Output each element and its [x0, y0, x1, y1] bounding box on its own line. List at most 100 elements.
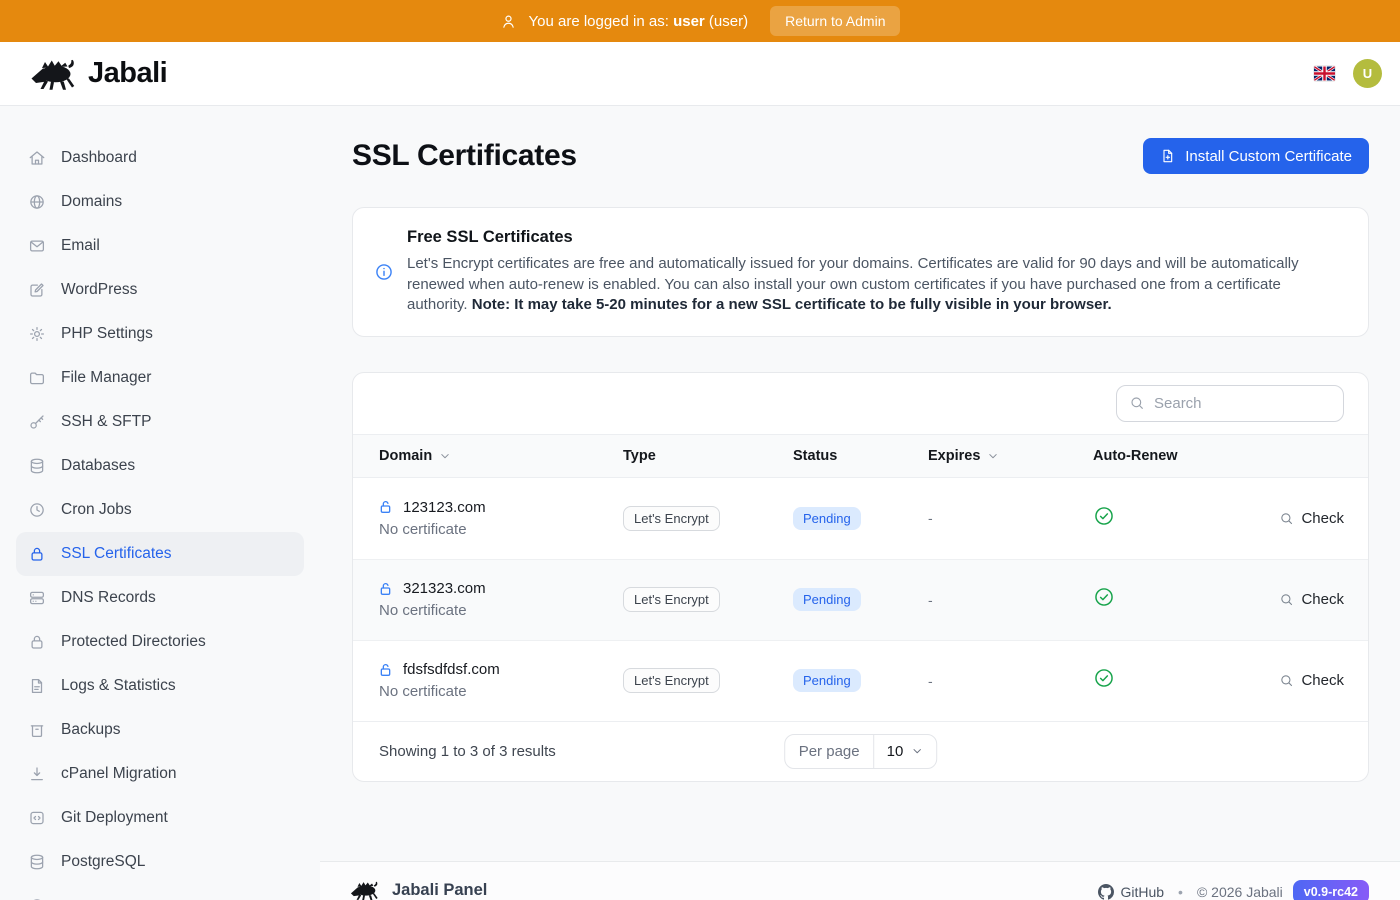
file-plus-icon	[1160, 148, 1176, 164]
user-avatar[interactable]: U	[1353, 59, 1382, 88]
gear-icon	[28, 325, 46, 343]
sidebar-item-dns-records[interactable]: DNS Records	[16, 576, 304, 620]
search-icon	[1279, 673, 1294, 688]
results-summary: Showing 1 to 3 of 3 results	[379, 743, 556, 760]
check-button[interactable]: Check	[1223, 591, 1344, 608]
sidebar-item-label: Databases	[61, 457, 135, 475]
sidebar-item-label: Email	[61, 237, 100, 255]
column-header-type: Type	[623, 448, 793, 464]
auto-renew-enabled[interactable]	[1093, 667, 1223, 694]
sidebar-item-wordpress[interactable]: WordPress	[16, 268, 304, 312]
sidebar-item-label: SSL Certificates	[61, 545, 172, 563]
auto-renew-enabled[interactable]	[1093, 586, 1223, 613]
sidebar-item-partial[interactable]	[16, 884, 304, 900]
check-button[interactable]: Check	[1223, 510, 1344, 527]
column-header-domain[interactable]: Domain	[379, 448, 623, 464]
sidebar-item-domains[interactable]: Domains	[16, 180, 304, 224]
brand-logo[interactable]: Jabali	[30, 57, 167, 91]
sidebar-nav: Dashboard Domains Email WordPress PHP Settin…	[0, 106, 320, 900]
column-label: Auto-Renew	[1093, 448, 1178, 464]
boar-logo-icon	[350, 880, 380, 900]
main-content: SSL Certificates Install Custom Certific…	[320, 106, 1400, 900]
code-box-icon	[28, 809, 46, 827]
database-icon	[28, 853, 46, 871]
sidebar-item-label: Protected Directories	[61, 633, 206, 651]
key-icon	[28, 413, 46, 431]
sidebar-item-label: Backups	[61, 721, 120, 739]
type-badge: Let's Encrypt	[623, 506, 720, 531]
sidebar-item-git-deployment[interactable]: Git Deployment	[16, 796, 304, 840]
check-button[interactable]: Check	[1223, 672, 1344, 689]
person-icon	[500, 13, 517, 30]
search-input[interactable]	[1154, 395, 1353, 412]
sidebar-item-backups[interactable]: Backups	[16, 708, 304, 752]
sidebar-item-ssh-sftp[interactable]: SSH & SFTP	[16, 400, 304, 444]
banner-username: user	[673, 13, 705, 30]
sidebar-item-email[interactable]: Email	[16, 224, 304, 268]
page-title: SSL Certificates	[352, 138, 577, 174]
cell-expires: -	[928, 673, 1093, 689]
sidebar-item-logs-statistics[interactable]: Logs & Statistics	[16, 664, 304, 708]
lock-icon	[28, 545, 46, 563]
info-card-title: Free SSL Certificates	[407, 228, 1344, 247]
certificate-status-text: No certificate	[379, 521, 623, 538]
language-flag-icon[interactable]	[1314, 66, 1335, 81]
home-icon	[28, 149, 46, 167]
archive-box-icon	[28, 721, 46, 739]
download-icon	[28, 765, 46, 783]
check-circle-icon	[1093, 586, 1115, 608]
sidebar-item-label: WordPress	[61, 281, 137, 299]
cell-domain: 123123.comNo certificate	[379, 499, 623, 538]
column-label: Domain	[379, 448, 432, 464]
banner-role: (user)	[709, 13, 748, 30]
install-custom-certificate-button[interactable]: Install Custom Certificate	[1143, 138, 1369, 174]
sidebar-item-postgresql[interactable]: PostgreSQL	[16, 840, 304, 884]
column-header-status: Status	[793, 448, 928, 464]
page-footer: Jabali Panel GitHub • © 2026 Jabali v0.9…	[320, 861, 1400, 900]
sidebar-item-file-manager[interactable]: File Manager	[16, 356, 304, 400]
table-footer: Showing 1 to 3 of 3 results Per page 10	[353, 721, 1368, 781]
sidebar-item-label: SSH & SFTP	[61, 413, 151, 431]
certificate-status-text: No certificate	[379, 683, 623, 700]
cell-domain: fdsfsdfdsf.comNo certificate	[379, 661, 623, 700]
sidebar-item-label: Cron Jobs	[61, 501, 132, 519]
document-icon	[28, 677, 46, 695]
edit-icon	[28, 281, 46, 299]
per-page-label: Per page	[785, 735, 875, 768]
column-label: Type	[623, 448, 656, 464]
return-to-admin-button[interactable]: Return to Admin	[770, 6, 900, 36]
sidebar-item-label: Dashboard	[61, 149, 137, 167]
check-label: Check	[1301, 591, 1344, 608]
unlock-icon	[379, 499, 395, 515]
search-icon	[1279, 592, 1294, 607]
unlock-icon	[379, 581, 395, 597]
domain-name: 321323.com	[403, 580, 486, 597]
banner-message: You are logged in as: user (user)	[529, 13, 749, 30]
sidebar-item-databases[interactable]: Databases	[16, 444, 304, 488]
lock-icon	[28, 633, 46, 651]
status-badge: Pending	[793, 669, 861, 692]
impersonation-banner: You are logged in as: user (user) Return…	[0, 0, 1400, 42]
version-badge: v0.9-rc42	[1293, 880, 1369, 900]
info-icon	[374, 262, 394, 282]
sidebar-item-label: PHP Settings	[61, 325, 153, 343]
sidebar-item-label: DNS Records	[61, 589, 156, 607]
column-label: Expires	[928, 448, 980, 464]
github-link[interactable]: GitHub	[1098, 884, 1164, 900]
sidebar-item-cron-jobs[interactable]: Cron Jobs	[16, 488, 304, 532]
sidebar-item-ssl-certificates[interactable]: SSL Certificates	[16, 532, 304, 576]
sidebar-item-cpanel-migration[interactable]: cPanel Migration	[16, 752, 304, 796]
table-row-123123-com: 123123.comNo certificateLet's EncryptPen…	[353, 478, 1368, 559]
clock-icon	[28, 501, 46, 519]
column-header-expires[interactable]: Expires	[928, 448, 1093, 464]
sidebar-item-protected-directories[interactable]: Protected Directories	[16, 620, 304, 664]
column-label: Status	[793, 448, 837, 464]
table-header-row: Domain Type Status Expires Auto-Renew	[353, 434, 1368, 478]
brand-name: Jabali	[88, 57, 167, 90]
certificate-status-text: No certificate	[379, 602, 623, 619]
info-card-note: Note: It may take 5-20 minutes for a new…	[472, 296, 1112, 313]
per-page-selector[interactable]: Per page 10	[784, 734, 938, 769]
sidebar-item-php-settings[interactable]: PHP Settings	[16, 312, 304, 356]
auto-renew-enabled[interactable]	[1093, 505, 1223, 532]
sidebar-item-dashboard[interactable]: Dashboard	[16, 136, 304, 180]
